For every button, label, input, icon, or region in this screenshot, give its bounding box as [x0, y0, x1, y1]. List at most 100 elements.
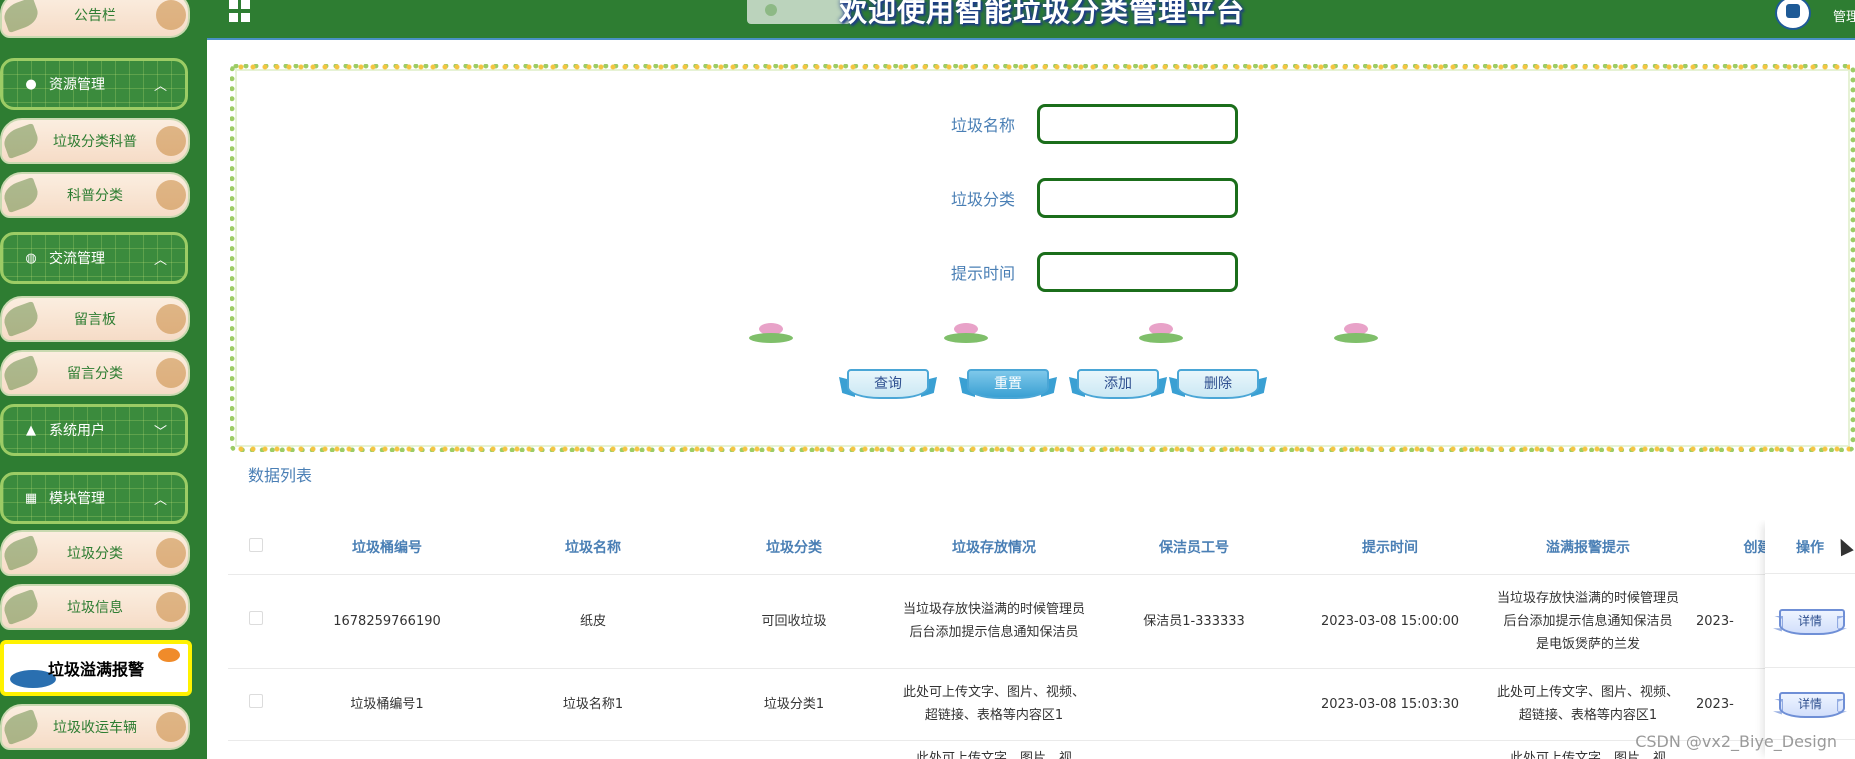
sidebar-group-7[interactable]: ▲ 系统用户 ﹀ [0, 404, 188, 456]
cell-time [1292, 740, 1488, 759]
add-button-label: 添加 [1104, 375, 1132, 391]
col-header-bin-no[interactable]: 垃圾桶编号 [284, 520, 490, 575]
form-row-name: 垃圾名称 [915, 104, 1238, 144]
cell-cleaner: 保洁员1-333333 [1096, 574, 1292, 669]
sidebar-item-label: 公告栏 [74, 8, 116, 24]
cell-bin-no: 垃圾桶编号1 [284, 668, 490, 741]
cell-bin-no [284, 740, 490, 759]
name-label: 垃圾名称 [950, 116, 1015, 135]
sidebar-group-4[interactable]: ◍ 交流管理 ︿ [0, 232, 188, 284]
top-header: 欢迎使用智能垃圾分类管理平台 管理员 [207, 0, 1855, 40]
time-input[interactable] [1037, 252, 1238, 292]
cell-alert: 此处可上传文字、图片、视频、超链接、表格等内容区1 [1488, 668, 1688, 741]
toast-message [747, 0, 851, 24]
sidebar-item-0[interactable]: 公告栏 [0, 0, 190, 38]
category-label: 垃圾分类 [950, 190, 1015, 209]
row-checkbox[interactable] [249, 610, 263, 625]
cell-name [490, 740, 696, 759]
col-header-category[interactable]: 垃圾分类 [696, 520, 892, 575]
cell-storage: 当垃圾存放快溢满的时候管理员后台添加提示信息通知保洁员 [892, 574, 1096, 669]
sidebar-item-5[interactable]: 留言板 [0, 296, 190, 342]
sidebar-item-3[interactable]: 科普分类 [0, 172, 190, 218]
query-button-label: 查询 [874, 375, 902, 391]
row-checkbox[interactable] [249, 693, 263, 708]
sidebar-item-2[interactable]: 垃圾分类科普 [0, 118, 190, 164]
site-title: 欢迎使用智能垃圾分类管理平台 [839, 0, 1246, 28]
chevron-up-icon: ︿ [153, 493, 167, 508]
sidebar-group-8[interactable]: ▦ 模块管理 ︿ [0, 472, 188, 524]
leaf-decor-icon [0, 300, 42, 338]
reset-button[interactable]: 重置 [959, 363, 1057, 403]
time-label: 提示时间 [950, 264, 1015, 283]
cell-name: 垃圾名称1 [490, 668, 696, 741]
flower-decoration [673, 323, 1453, 345]
flower-decor-icon [156, 538, 186, 568]
sidebar-item-label: 留言分类 [67, 366, 123, 382]
sidebar-item-9[interactable]: 垃圾分类 [0, 530, 190, 576]
cell-alert: 当垃圾存放快溢满的时候管理员后台添加提示信息通知保洁员 是电饭煲萨的兰发 [1488, 574, 1688, 669]
flower-decor-icon [156, 0, 186, 30]
form-row-time: 提示时间 [915, 252, 1238, 292]
table-row: 1678259766190 纸皮 可回收垃圾 当垃圾存放快溢满的时候管理员后台添… [228, 574, 1855, 669]
leaf-decor-icon [0, 708, 42, 746]
data-list-title: 数据列表 [248, 466, 313, 485]
delete-button[interactable]: 删除 [1169, 363, 1267, 403]
category-input[interactable] [1037, 178, 1238, 218]
leaf-decor-icon [0, 122, 42, 160]
reset-button-label: 重置 [994, 375, 1022, 391]
flower-decor-icon [156, 180, 186, 210]
query-button[interactable]: 查询 [839, 363, 937, 403]
leaf-decor-icon [0, 588, 42, 626]
admin-label[interactable]: 管理员 [1833, 6, 1855, 25]
detail-button[interactable]: 详情 [1773, 689, 1847, 719]
operation-cell: 详情 [1765, 668, 1855, 740]
cell-bin-no: 1678259766190 [284, 574, 490, 669]
cell-category [696, 740, 892, 759]
flower-decor-icon [156, 358, 186, 388]
chat-icon: ◍ [25, 250, 37, 266]
sidebar: 公告栏 ● 资源管理 ︿ 垃圾分类科普 科普分类 ◍ 交流管理 ︿ 留言板 留言分类 ▲ 系统用户 ﹀ ▦ 模… [0, 0, 207, 759]
detail-button-label: 详情 [1797, 697, 1822, 711]
leaf-decor-icon [0, 0, 42, 34]
cell-time: 2023-03-08 15:03:30 [1292, 668, 1488, 741]
chevron-up-icon: ︿ [153, 253, 167, 268]
sidebar-item-10[interactable]: 垃圾信息 [0, 584, 190, 630]
sidebar-item-label: 垃圾分类科普 [53, 134, 137, 150]
col-header-cleaner[interactable]: 保洁员工号 [1096, 520, 1292, 575]
select-all-checkbox[interactable] [249, 537, 263, 552]
col-header-storage[interactable]: 垃圾存放情况 [892, 520, 1096, 575]
add-button[interactable]: 添加 [1069, 363, 1167, 403]
sidebar-group-label: 模块管理 [49, 491, 105, 507]
sidebar-group-1[interactable]: ● 资源管理 ︿ [0, 58, 188, 110]
cell-time: 2023-03-08 15:00:00 [1292, 574, 1488, 669]
sidebar-item-12[interactable]: 垃圾收运车辆 [0, 704, 190, 750]
sidebar-item-6[interactable]: 留言分类 [0, 350, 190, 396]
sidebar-item-label: 留言板 [74, 312, 116, 328]
sidebar-item-label: 垃圾溢满报警 [47, 660, 144, 679]
data-table: 垃圾桶编号 垃圾名称 垃圾分类 垃圾存放情况 保洁员工号 提示时间 溢满报警提示… [228, 520, 1855, 759]
sidebar-group-label: 交流管理 [49, 251, 105, 267]
sidebar-item-label: 垃圾信息 [67, 600, 123, 616]
cell-cleaner [1096, 668, 1292, 741]
detail-button[interactable]: 详情 [1773, 606, 1847, 636]
leaf-decor-icon [0, 176, 42, 214]
chevron-down-icon: ﹀ [153, 425, 167, 440]
col-header-time[interactable]: 提示时间 [1292, 520, 1488, 575]
search-panel: 垃圾名称 垃圾分类 提示时间 查询 重置 添加 删除 [230, 63, 1855, 453]
col-header-alert[interactable]: 溢满报警提示 [1488, 520, 1688, 575]
bulb-icon: ● [25, 76, 37, 92]
name-input[interactable] [1037, 104, 1238, 144]
sidebar-item-label: 科普分类 [67, 188, 123, 204]
avatar[interactable] [1775, 0, 1811, 30]
sidebar-item-label: 垃圾分类 [67, 546, 123, 562]
menu-grid-icon[interactable] [229, 0, 251, 22]
cell-category: 垃圾分类1 [696, 668, 892, 741]
col-header-name[interactable]: 垃圾名称 [490, 520, 696, 575]
user-icon: ▲ [26, 422, 36, 438]
flower-decor-icon [156, 592, 186, 622]
sidebar-item-11[interactable]: 垃圾溢满报警 [0, 640, 192, 696]
chevron-up-icon: ︿ [153, 79, 167, 94]
leaf-decor-icon [0, 354, 42, 392]
sidebar-group-label: 资源管理 [49, 77, 105, 93]
cell-storage: 此处可上传文字、图片、视 [892, 740, 1096, 759]
